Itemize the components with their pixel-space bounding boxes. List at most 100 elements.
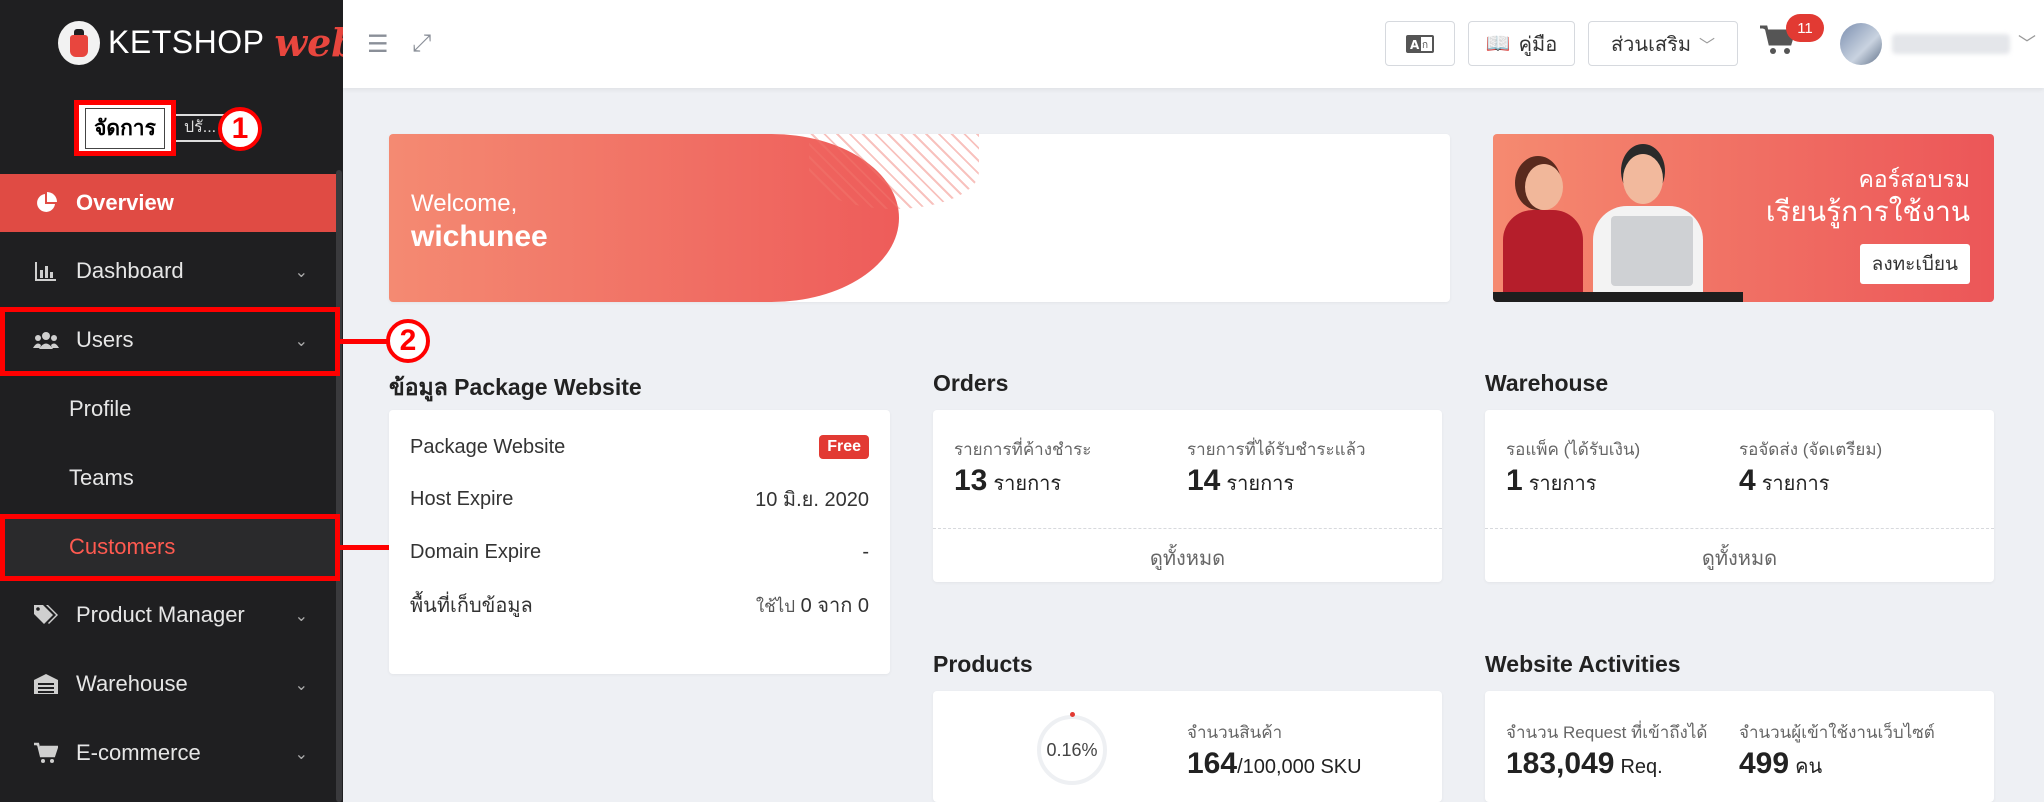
orders-title: Orders <box>933 370 1009 396</box>
chevron-down-icon: ⌄ <box>294 677 308 694</box>
welcome-banner: Welcome, wichunee <box>389 134 1450 302</box>
woman-illustration <box>1503 164 1583 302</box>
sidebar-subitem-profile[interactable]: Profile <box>0 380 336 438</box>
laptop-illustration <box>1611 216 1693 286</box>
chevron-down-icon[interactable]: ﹀ <box>2018 30 2036 56</box>
visitors-label: จำนวนผู้เข้าใช้งานเว็บไซต์ <box>1739 723 1935 742</box>
sidebar-item-label: Profile <box>69 396 132 421</box>
cart-icon <box>32 741 60 765</box>
manual-button[interactable]: 📖 คู่มือ <box>1468 21 1575 66</box>
request-label: จำนวน Request ที่เข้าถึงได้ <box>1506 723 1708 742</box>
brand-logo[interactable]: KETSHOP web <box>58 20 358 65</box>
storage-row: พื้นที่เก็บข้อมูล ใช้ไป 0 จาก 0 <box>410 590 869 620</box>
welcome-username: wichunee <box>411 220 548 253</box>
package-row-label: Package Website <box>410 435 566 458</box>
activities-title: Website Activities <box>1485 651 1681 677</box>
request-value: 183,049 Req. <box>1506 747 1663 780</box>
course-subtitle: เรียนรู้การใช้งาน <box>1765 196 1970 227</box>
warehouse-icon <box>32 672 60 696</box>
pie-chart-icon <box>32 191 60 215</box>
welcome-greeting: Welcome, <box>411 190 518 217</box>
storage-label: พื้นที่เก็บข้อมูล <box>410 595 533 617</box>
chevron-down-icon: ⌄ <box>294 746 308 763</box>
activities-card: จำนวน Request ที่เข้าถึงได้ 183,049 Req. … <box>1485 691 1994 802</box>
tags-icon <box>32 603 60 627</box>
highlight-users <box>0 307 340 376</box>
language-button[interactable]: Aก <box>1385 21 1455 66</box>
sidebar-item-overview[interactable]: Overview <box>0 174 336 232</box>
host-expire-row: Host Expire 10 มิ.ย. 2020 <box>410 484 869 514</box>
pack-label: รอแพ็ค (ได้รับเงิน) <box>1506 440 1641 459</box>
domain-expire-row: Domain Expire - <box>410 537 869 567</box>
package-row: Package Website Free <box>410 432 869 462</box>
product-usage-percent: 0.16% <box>1046 739 1098 760</box>
sidebar-item-label: E-commerce <box>76 740 201 765</box>
addons-label: ส่วนเสริม <box>1610 33 1692 56</box>
ship-label: รอจัดส่ง (จัดเตรียม) <box>1739 440 1883 459</box>
products-title: Products <box>933 651 1033 677</box>
translate-icon: Aก <box>1406 34 1434 53</box>
addons-dropdown[interactable]: ส่วนเสริม ﹀ <box>1588 21 1738 66</box>
paid-value: 14 รายการ <box>1187 464 1295 497</box>
manage-label: จัดการ <box>85 107 165 149</box>
svg-text:ก: ก <box>1422 40 1428 51</box>
sidebar-item-warehouse[interactable]: Warehouse ⌄ <box>0 655 336 713</box>
sidebar-item-label: Dashboard <box>76 258 184 283</box>
orders-view-all-link[interactable]: ดูทั้งหมด <box>933 542 1442 574</box>
course-floor <box>1493 292 1743 302</box>
sidebar-item-label: Teams <box>69 465 134 490</box>
warehouse-title: Warehouse <box>1485 370 1609 396</box>
orders-card: รายการที่ค้างชำระ 13 รายการ รายการที่ได้ร… <box>933 410 1442 582</box>
callout-line-2 <box>340 339 388 344</box>
register-button[interactable]: ลงทะเบียน <box>1859 244 1970 284</box>
ring-progress-marker <box>1070 712 1075 717</box>
warehouse-view-all-link[interactable]: ดูทั้งหมด <box>1485 542 1994 574</box>
cart-count-badge: 11 <box>1786 14 1824 42</box>
sidebar-subitem-teams[interactable]: Teams <box>0 449 336 507</box>
chevron-down-icon: ⌄ <box>294 264 308 281</box>
fullscreen-icon[interactable]: ⤢ <box>412 30 431 58</box>
card-divider <box>933 528 1442 529</box>
products-card: 0.16% จำนวนสินค้า 164/100,000 SKU <box>933 691 1442 802</box>
domain-expire-value: - <box>862 540 869 563</box>
product-usage-ring: 0.16% <box>1037 715 1107 785</box>
storage-value: ใช้ไป 0 จาก 0 <box>755 595 869 617</box>
card-divider <box>1485 528 1994 529</box>
host-expire-label: Host Expire <box>410 487 514 510</box>
package-title: ข้อมูล Package Website <box>389 374 642 400</box>
callout-badge-1: 1 <box>218 107 262 151</box>
sidebar: KETSHOP web จัดการ ปรั... Overview Dashbo… <box>0 0 358 802</box>
brand-name: KETSHOP <box>108 24 265 60</box>
sidebar-item-dashboard[interactable]: Dashboard ⌄ <box>0 242 336 300</box>
logo-icon <box>58 20 100 65</box>
manage-button[interactable]: จัดการ <box>74 100 176 156</box>
highlight-customers <box>0 514 340 581</box>
paid-label: รายการที่ได้รับชำระแล้ว <box>1187 440 1366 459</box>
user-name-blurred[interactable] <box>1892 34 2010 54</box>
chevron-down-icon: ﹀ <box>1699 37 1716 55</box>
avatar[interactable] <box>1840 23 1882 65</box>
sidebar-item-label: Product Manager <box>76 602 245 627</box>
product-count-value: 164/100,000 SKU <box>1187 747 1362 780</box>
collapse-sidebar-icon[interactable]: ☰ <box>367 30 389 59</box>
product-count-label: จำนวนสินค้า <box>1187 723 1283 742</box>
bar-chart-icon <box>32 259 60 283</box>
manual-label: คู่มือ <box>1518 33 1558 56</box>
callout-badge-2: 2 <box>386 319 430 363</box>
svg-text:A: A <box>1410 38 1420 52</box>
warehouse-card: รอแพ็ค (ได้รับเงิน) 1 รายการ รอจัดส่ง (จั… <box>1485 410 1994 582</box>
domain-expire-label: Domain Expire <box>410 540 542 563</box>
package-card: Package Website Free Host Expire 10 มิ.ย… <box>389 410 890 674</box>
sidebar-scrollbar[interactable] <box>336 170 342 802</box>
pending-value: 13 รายการ <box>954 464 1062 497</box>
free-badge: Free <box>819 435 869 459</box>
book-icon: 📖 <box>1485 33 1511 55</box>
host-expire-value: 10 มิ.ย. 2020 <box>755 489 869 511</box>
ship-value: 4 รายการ <box>1739 464 1830 497</box>
sidebar-item-ecommerce[interactable]: E-commerce ⌄ <box>0 724 336 782</box>
visitors-value: 499 คน <box>1739 747 1823 780</box>
course-banner[interactable]: คอร์สอบรม เรียนรู้การใช้งาน ลงทะเบียน <box>1493 134 1994 302</box>
sidebar-item-product-manager[interactable]: Product Manager ⌄ <box>0 586 336 644</box>
sidebar-item-label: Warehouse <box>76 671 188 696</box>
welcome-stripes <box>809 134 979 209</box>
